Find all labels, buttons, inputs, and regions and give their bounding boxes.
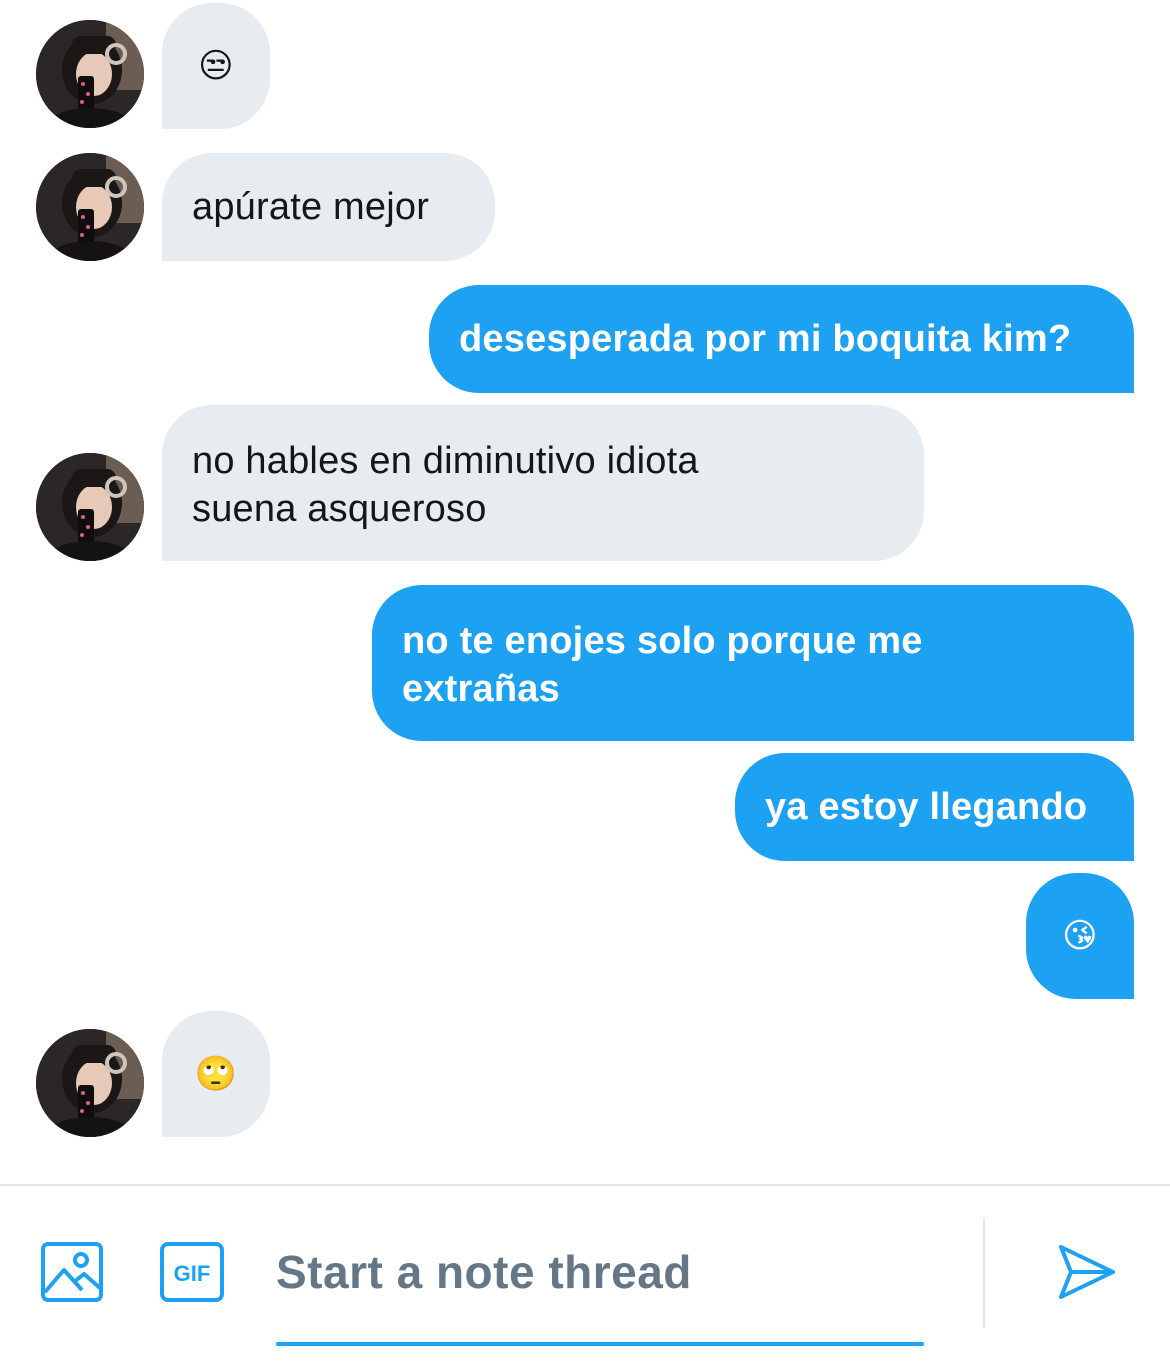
image-icon (41, 1242, 103, 1302)
add-photo-button[interactable] (38, 1238, 106, 1306)
gif-label: GIF (174, 1261, 211, 1286)
contact-avatar[interactable] (36, 1029, 144, 1137)
composer-divider (0, 1184, 1170, 1186)
send-button[interactable] (1050, 1236, 1122, 1308)
message-text-line: extrañas (402, 668, 560, 710)
message-bubble-outgoing[interactable]: desesperada por mi boquita kim? (429, 285, 1134, 393)
dm-conversation: 😒 apúrate mejor desesperada por mi boqui… (0, 0, 1170, 1361)
message-text-line: no te enojes solo porque me (402, 620, 923, 662)
message-bubble-incoming[interactable]: 🙄 (162, 1011, 270, 1137)
note-thread-placeholder: Start a note thread (276, 1246, 692, 1298)
avatar-photo (36, 1029, 144, 1137)
contact-avatar[interactable] (36, 20, 144, 128)
message-bubble-outgoing[interactable]: no te enojes solo porque me extrañas (372, 585, 1134, 741)
message-bubble-incoming[interactable]: 😒 (162, 3, 270, 129)
avatar-photo (36, 20, 144, 128)
composer-vertical-divider (983, 1218, 985, 1328)
note-thread-input[interactable]: Start a note thread (276, 1230, 924, 1314)
message-bubble-outgoing[interactable]: 😘 (1026, 873, 1134, 999)
message-text: ya estoy llegando (765, 786, 1088, 828)
message-bubble-incoming[interactable]: apúrate mejor (162, 153, 495, 261)
message-text-line: no hables en diminutivo idiota (192, 440, 699, 482)
message-text: 😒 (198, 47, 234, 85)
message-bubble-outgoing[interactable]: ya estoy llegando (735, 753, 1134, 861)
message-text: desesperada por mi boquita kim? (459, 318, 1072, 360)
avatar-photo (36, 453, 144, 561)
message-bubble-incoming[interactable]: no hables en diminutivo idiota suena asq… (162, 405, 924, 561)
message-text: 🙄 (194, 1055, 238, 1093)
contact-avatar[interactable] (36, 153, 144, 261)
avatar-photo (36, 153, 144, 261)
message-text: 😘 (1062, 917, 1098, 955)
add-gif-button[interactable]: GIF (158, 1240, 226, 1304)
contact-avatar[interactable] (36, 453, 144, 561)
message-text: apúrate mejor (192, 186, 430, 228)
input-focus-underline (276, 1342, 924, 1346)
message-text-line: suena asqueroso (192, 488, 487, 530)
gif-icon: GIF (160, 1242, 224, 1302)
send-icon (1059, 1245, 1115, 1299)
